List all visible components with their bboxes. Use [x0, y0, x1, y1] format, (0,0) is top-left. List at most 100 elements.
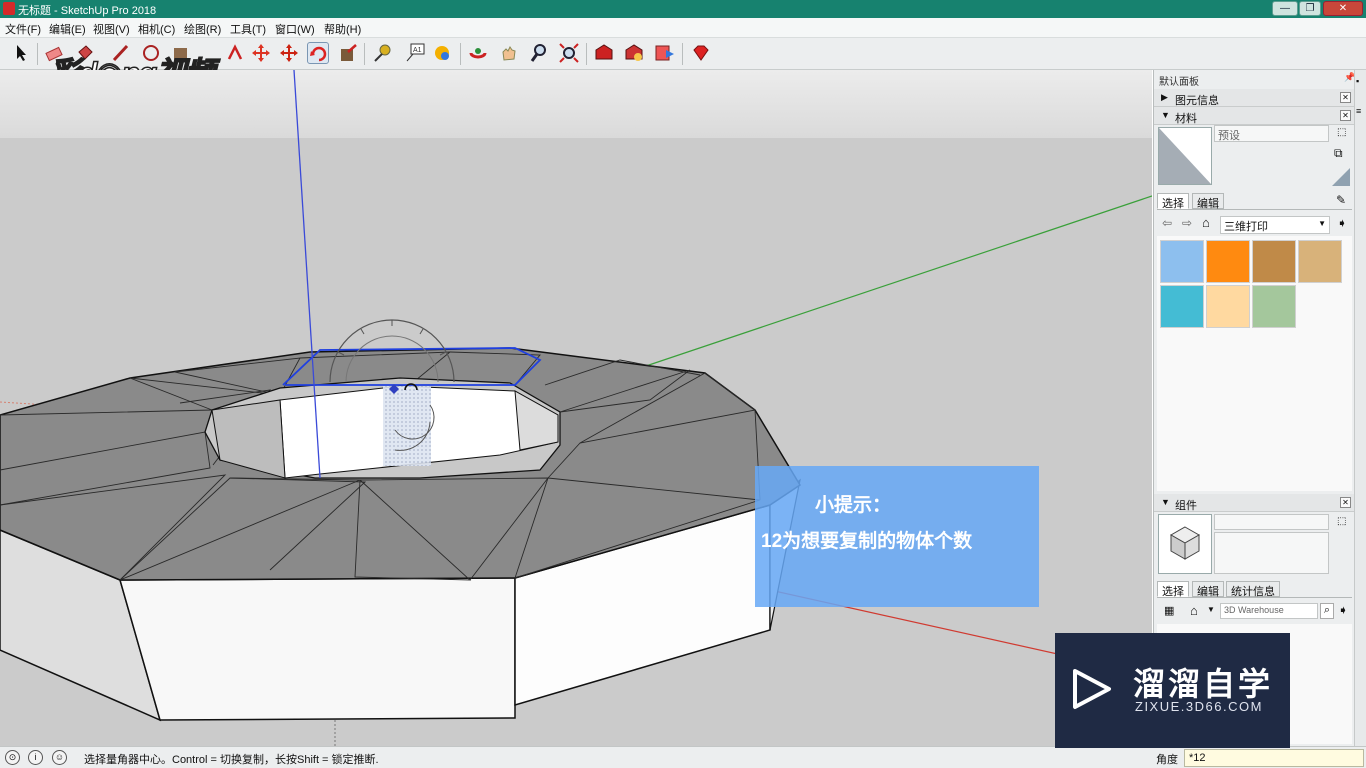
sketchup-logo-icon — [3, 2, 15, 15]
materials-tab-select[interactable]: 选择 — [1157, 193, 1189, 210]
home-icon[interactable]: ⌂ — [1202, 215, 1210, 230]
toolbar-separator — [37, 43, 38, 65]
close-icon[interactable]: ✕ — [1340, 110, 1351, 121]
components-tab-select[interactable]: 选择 — [1157, 581, 1189, 598]
menu-draw[interactable]: 绘图(R) — [184, 21, 221, 37]
pan-icon[interactable] — [498, 42, 520, 64]
drawing-viewport[interactable]: 小提示： 12为想要复制的物体个数 — [0, 70, 1152, 746]
measurements-label: 角度 — [1156, 754, 1178, 766]
menu-window[interactable]: 窗口(W) — [275, 21, 315, 37]
expand-arrow-icon: ▶ — [1161, 92, 1168, 102]
title-bar: 无标题 - SketchUp Pro 2018 — ❐ ✕ — [0, 0, 1366, 18]
scale-icon[interactable] — [278, 42, 300, 64]
component-name-field[interactable] — [1214, 514, 1329, 530]
material-swatch[interactable] — [1160, 240, 1204, 283]
window-title: 无标题 - SketchUp Pro 2018 — [18, 5, 157, 17]
view-options-icon[interactable]: ▦ — [1164, 604, 1174, 617]
status-bar: ⊙ i ☺ 选择量角器中心。Control = 切换复制，长按Shift = 锁… — [0, 746, 1366, 768]
material-swatch[interactable] — [1206, 285, 1250, 328]
materials-header[interactable]: ▼ 材料 ✕ — [1154, 107, 1355, 125]
brand-watermark: 溜溜自学 ZIXUE.3D66.COM — [1055, 633, 1290, 748]
collection-select[interactable]: 三维打印 ▼ — [1220, 216, 1330, 234]
close-icon[interactable]: ✕ — [1340, 497, 1351, 508]
tray-title: 默认面板 — [1159, 77, 1199, 88]
components-header[interactable]: ▼ 组件 ✕ — [1154, 494, 1355, 512]
dropdown-arrow-icon: ▼ — [1318, 219, 1326, 228]
ruby-icon[interactable] — [690, 42, 712, 64]
components-tab-edit[interactable]: 编辑 — [1192, 581, 1224, 598]
menu-help[interactable]: 帮助(H) — [324, 21, 361, 37]
eyedropper-icon[interactable]: ✎ — [1336, 193, 1346, 207]
select-icon[interactable] — [10, 42, 32, 64]
brand-url: ZIXUE.3D66.COM — [1135, 699, 1263, 714]
svg-text:A1: A1 — [413, 47, 422, 54]
measurements-input[interactable]: *12 — [1184, 749, 1364, 767]
offset-icon[interactable] — [338, 42, 360, 64]
materials-label: 材料 — [1175, 113, 1197, 125]
text-icon[interactable]: A1 — [404, 42, 426, 64]
material-swatch[interactable] — [1298, 240, 1342, 283]
wall-front — [119, 577, 516, 721]
orbit-icon[interactable] — [467, 42, 489, 64]
paint-icon[interactable] — [431, 42, 453, 64]
dropdown-arrow-icon[interactable]: ▼ — [1207, 605, 1215, 614]
zoom-icon[interactable] — [528, 42, 550, 64]
components-tab-statistics[interactable]: 统计信息 — [1226, 581, 1280, 598]
menu-camera[interactable]: 相机(C) — [138, 21, 175, 37]
sample-paint-icon[interactable]: ⬚ — [1337, 127, 1346, 138]
zoom-extents-icon[interactable] — [558, 42, 580, 64]
default-material-icon[interactable] — [1332, 168, 1350, 186]
details-arrow-icon[interactable]: ➧ — [1337, 216, 1347, 230]
tray-edge: ▪ ≡ — [1354, 70, 1366, 746]
send-to-layout-icon[interactable] — [654, 42, 676, 64]
tape-measure-icon[interactable] — [372, 42, 394, 64]
search-icon[interactable]: ⌕ — [1320, 603, 1334, 619]
geolocation-icon[interactable]: ⊙ — [5, 750, 20, 765]
forward-icon[interactable]: ⇨ — [1182, 216, 1192, 230]
menu-view[interactable]: 视图(V) — [93, 21, 130, 37]
tray-menu-icon[interactable]: ≡ — [1356, 106, 1361, 116]
material-name-field[interactable]: 预设 — [1214, 125, 1329, 142]
tip-box: 小提示： 12为想要复制的物体个数 — [755, 466, 1039, 607]
minimize-button[interactable]: — — [1272, 1, 1298, 16]
menu-edit[interactable]: 编辑(E) — [49, 21, 86, 37]
entity-info-label: 图元信息 — [1175, 95, 1219, 107]
component-description-field[interactable] — [1214, 532, 1329, 574]
user-icon[interactable]: ☺ — [52, 750, 67, 765]
tab-divider — [1157, 209, 1352, 210]
menu-tools[interactable]: 工具(T) — [230, 21, 266, 37]
extension-warehouse-icon[interactable] — [623, 42, 645, 64]
material-swatch[interactable] — [1160, 285, 1204, 328]
tab-divider — [1157, 597, 1352, 598]
model-canvas[interactable] — [0, 70, 1152, 746]
warehouse-search-input[interactable]: 3D Warehouse — [1220, 603, 1318, 619]
materials-tab-edit[interactable]: 编辑 — [1192, 193, 1224, 210]
info-icon[interactable]: i — [28, 750, 43, 765]
material-preview[interactable] — [1158, 127, 1212, 185]
component-cube-icon — [1169, 526, 1201, 560]
pin-icon[interactable]: ▪ — [1356, 76, 1359, 86]
material-swatch[interactable] — [1206, 240, 1250, 283]
sample-component-icon[interactable]: ⬚ — [1337, 516, 1346, 527]
restore-button[interactable]: ❐ — [1299, 1, 1321, 16]
rotate-icon[interactable] — [307, 42, 329, 64]
create-material-icon[interactable]: ⧉ — [1334, 146, 1343, 161]
move-icon[interactable] — [250, 42, 272, 64]
collapse-arrow-icon: ▼ — [1161, 110, 1170, 120]
entity-info-header[interactable]: ▶ 图元信息 ✕ — [1154, 89, 1355, 107]
material-swatch[interactable] — [1252, 285, 1296, 328]
material-swatch[interactable] — [1252, 240, 1296, 283]
close-icon[interactable]: ✕ — [1340, 92, 1351, 103]
toolbar-separator — [586, 43, 587, 65]
warehouse-icon[interactable] — [593, 42, 615, 64]
close-button[interactable]: ✕ — [1323, 1, 1363, 16]
component-preview[interactable] — [1158, 514, 1212, 574]
follow-me-icon[interactable] — [224, 42, 246, 64]
material-swatch-grid — [1157, 236, 1352, 491]
back-icon[interactable]: ⇦ — [1162, 216, 1172, 230]
details-arrow-icon[interactable]: ➧ — [1338, 603, 1348, 617]
menu-file[interactable]: 文件(F) — [5, 21, 41, 37]
tip-text: 12为想要复制的物体个数 — [761, 531, 973, 552]
home-icon[interactable]: ⌂ — [1190, 603, 1198, 618]
collapse-arrow-icon: ▼ — [1161, 497, 1170, 507]
